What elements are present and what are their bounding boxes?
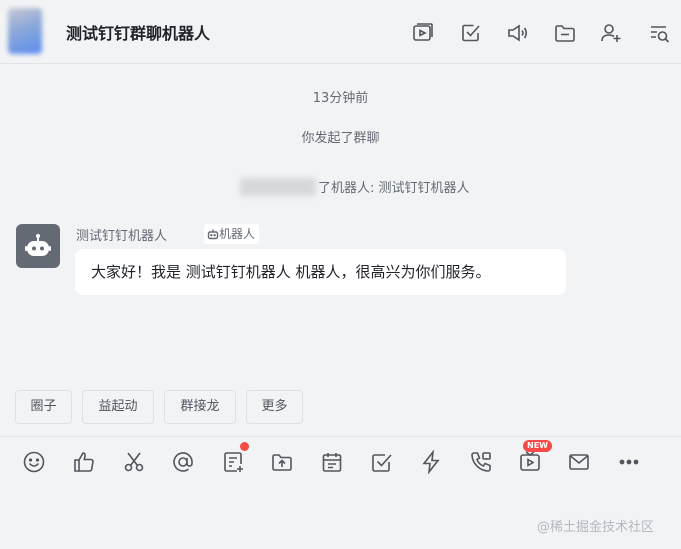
robot-added-text: 了机器人: 测试钉钉机器人 — [318, 181, 470, 196]
composer-divider — [0, 436, 681, 437]
video-icon[interactable] — [412, 22, 434, 44]
robot-face-icon — [25, 234, 51, 256]
quick-actions: 圈子 益起动 群接龙 更多 — [0, 390, 681, 424]
quick-action-more[interactable]: 更多 — [246, 390, 303, 424]
robot-tag-label: 机器人 — [219, 227, 256, 241]
scissors-icon[interactable] — [122, 450, 146, 474]
mail-icon[interactable] — [567, 450, 591, 474]
new-badge: NEW — [523, 440, 552, 452]
more-icon[interactable] — [617, 450, 641, 474]
live-icon[interactable] — [518, 450, 542, 474]
message-bubble[interactable]: 大家好！我是 测试钉钉机器人 机器人，很高兴为你们服务。 — [75, 249, 566, 295]
call-icon[interactable] — [469, 450, 493, 474]
system-message-robot-added: 了机器人: 测试钉钉机器人 — [240, 177, 470, 196]
composer-toolbar — [0, 449, 681, 475]
folder-icon[interactable] — [554, 22, 576, 44]
system-message-group-started: 你发起了群聊 — [301, 131, 380, 146]
message-timestamp: 13分钟前 — [312, 91, 369, 106]
robot-tag: 机器人 — [204, 224, 260, 244]
upload-file-icon[interactable] — [270, 450, 294, 474]
form-icon[interactable] — [221, 450, 245, 474]
quick-action-circle[interactable]: 圈子 — [15, 390, 72, 424]
robot-tag-icon — [207, 229, 219, 240]
robot-avatar[interactable] — [16, 224, 60, 268]
emoji-icon[interactable] — [22, 450, 46, 474]
flash-icon[interactable] — [419, 449, 443, 475]
search-history-icon[interactable] — [648, 22, 670, 44]
task-check-icon[interactable] — [460, 22, 482, 44]
thumbs-up-icon[interactable] — [72, 450, 96, 474]
blurred-username — [240, 178, 316, 196]
sender-name[interactable]: 测试钉钉机器人 — [76, 225, 167, 244]
watermark: @稀土掘金技术社区 — [537, 520, 655, 535]
calendar-icon[interactable] — [320, 450, 344, 474]
announcement-icon[interactable] — [506, 22, 528, 44]
quick-action-charity[interactable]: 益起动 — [82, 390, 154, 424]
add-member-icon[interactable] — [600, 22, 622, 44]
header-toolbar — [0, 22, 681, 44]
mention-icon[interactable] — [171, 450, 195, 474]
notification-dot — [240, 442, 249, 451]
quick-action-solitaire[interactable]: 群接龙 — [164, 390, 236, 424]
task-icon[interactable] — [370, 450, 394, 474]
